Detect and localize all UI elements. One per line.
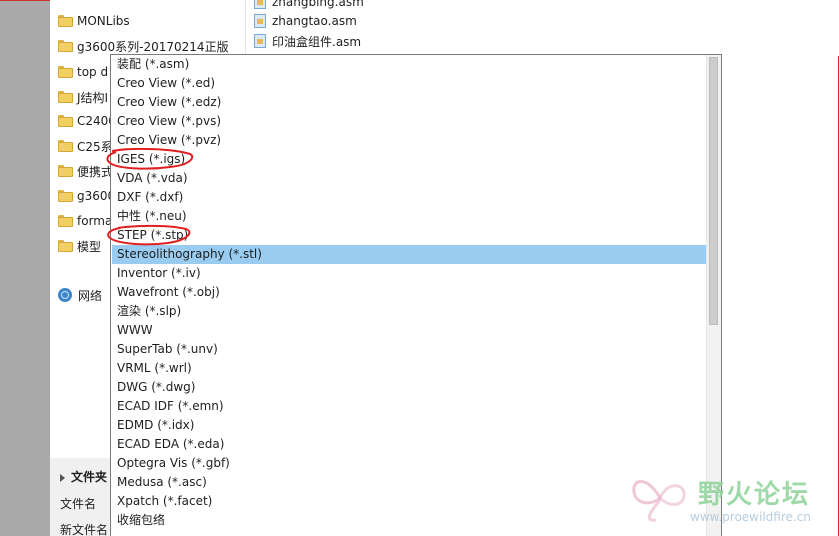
file-type-option[interactable]: WWW [112, 321, 708, 340]
nav-folder-c2400[interactable]: C2400 [58, 111, 116, 131]
file-type-option-iges[interactable]: IGES (*.igs) [112, 150, 708, 169]
folder-icon [58, 91, 73, 103]
file-type-option[interactable]: DXF (*.dxf) [112, 188, 708, 207]
nav-folder-c25[interactable]: C25系 [58, 136, 113, 156]
file-type-option-step[interactable]: STEP (*.stp) [112, 226, 708, 245]
nav-folder-label: forma [77, 214, 113, 228]
file-type-option[interactable]: VRML (*.wrl) [112, 359, 708, 378]
nav-folder-label: 模型 [77, 239, 102, 254]
new-file-name-label: 新文件名 [60, 523, 109, 536]
nav-folder-forma[interactable]: forma [58, 211, 112, 231]
assembly-file-icon [254, 0, 266, 9]
scrollbar-thumb[interactable] [709, 57, 718, 325]
dropdown-scrollbar[interactable] [706, 55, 721, 536]
nav-network[interactable]: 网络 [58, 285, 102, 305]
assembly-file-icon [254, 34, 266, 48]
folder-icon [58, 215, 73, 227]
folder-icon [58, 140, 73, 152]
nav-folder-monlibs[interactable]: MONLibs [58, 11, 130, 31]
file-type-option[interactable]: Creo View (*.ed) [112, 74, 708, 93]
file-type-option-selected[interactable]: Stereolithography (*.stl) [112, 245, 708, 264]
file-name: 印油盒组件.asm [272, 34, 362, 49]
file-type-dropdown-list[interactable]: 装配 (*.asm) Creo View (*.ed) Creo View (*… [110, 54, 722, 536]
file-type-option[interactable]: EDMD (*.idx) [112, 416, 708, 435]
dialog-left-frame [0, 0, 50, 536]
expand-triangle-icon [60, 473, 65, 482]
nav-folder-label: top d [77, 65, 109, 79]
watermark-url: www.proewildfire.cn [690, 510, 811, 524]
nav-folder-top[interactable]: top d [58, 62, 108, 82]
nav-folder-portable[interactable]: 便携式 [58, 161, 113, 181]
nav-folder-structure[interactable]: J结构I [58, 87, 108, 107]
file-name-label: 文件名 [60, 497, 97, 511]
file-type-option[interactable]: Xpatch (*.facet) [112, 492, 708, 511]
folder-icon [58, 115, 73, 127]
nav-folder-label: 便携式 [77, 164, 114, 179]
folder-icon [58, 15, 73, 27]
file-type-option[interactable]: VDA (*.vda) [112, 169, 708, 188]
file-type-option[interactable]: Creo View (*.pvs) [112, 112, 708, 131]
file-type-option[interactable]: ECAD EDA (*.eda) [112, 435, 708, 454]
file-type-option[interactable]: Creo View (*.edz) [112, 93, 708, 112]
file-type-option[interactable]: Creo View (*.pvz) [112, 131, 708, 150]
file-type-option[interactable]: Medusa (*.asc) [112, 473, 708, 492]
assembly-file-icon [254, 14, 266, 28]
file-type-option[interactable]: Wavefront (*.obj) [112, 283, 708, 302]
file-type-option[interactable]: DWG (*.dwg) [112, 378, 708, 397]
folders-toggle[interactable]: 文件夹 [60, 468, 107, 485]
folder-icon [58, 240, 73, 252]
folder-icon [58, 165, 73, 177]
file-item[interactable]: zhangtao.asm [254, 11, 357, 31]
file-type-option[interactable]: Optegra Vis (*.gbf) [112, 454, 708, 473]
folder-icon [58, 40, 73, 52]
nav-folder-label: J结构I [77, 90, 109, 105]
file-type-option[interactable]: ECAD IDF (*.emn) [112, 397, 708, 416]
nav-network-label: 网络 [78, 288, 103, 303]
watermark-title: 野火论坛 [698, 480, 811, 510]
save-copy-dialog: MONLibs g3600系列-20170214正版 top d J结构I C2… [0, 0, 839, 536]
file-list-pane: zhangbing.asm zhangtao.asm 印油盒组件.asm [246, 0, 839, 56]
file-type-option[interactable]: 装配 (*.asm) [112, 55, 708, 74]
forum-watermark: 野火论坛 www.proewildfire.cn [630, 470, 835, 532]
butterfly-logo-icon [632, 480, 686, 522]
file-type-option[interactable]: SuperTab (*.unv) [112, 340, 708, 359]
nav-folder-label: MONLibs [77, 14, 130, 28]
folder-icon [58, 190, 73, 202]
file-type-option[interactable]: 中性 (*.neu) [112, 207, 708, 226]
nav-folder-g3600-series[interactable]: g3600系列-20170214正版 [58, 36, 229, 56]
file-item[interactable]: 印油盒组件.asm [254, 31, 361, 51]
nav-folder-label: g3600系列-20170214正版 [77, 39, 229, 54]
network-icon [58, 288, 72, 302]
folder-icon [58, 66, 73, 78]
nav-folder-label: C25系 [77, 139, 113, 154]
nav-folder-models[interactable]: 模型 [58, 236, 101, 256]
save-form-area: 文件夹 文件名 新文件名 [50, 458, 110, 536]
nav-folder-g3600[interactable]: g3600 [58, 186, 115, 206]
file-type-option[interactable]: Inventor (*.iv) [112, 264, 708, 283]
file-type-option[interactable]: 渲染 (*.slp) [112, 302, 708, 321]
file-name: zhangbing.asm [272, 0, 364, 9]
file-type-option[interactable]: 收缩包络 [112, 511, 708, 530]
file-name: zhangtao.asm [272, 14, 357, 28]
folders-toggle-label: 文件夹 [71, 470, 108, 484]
